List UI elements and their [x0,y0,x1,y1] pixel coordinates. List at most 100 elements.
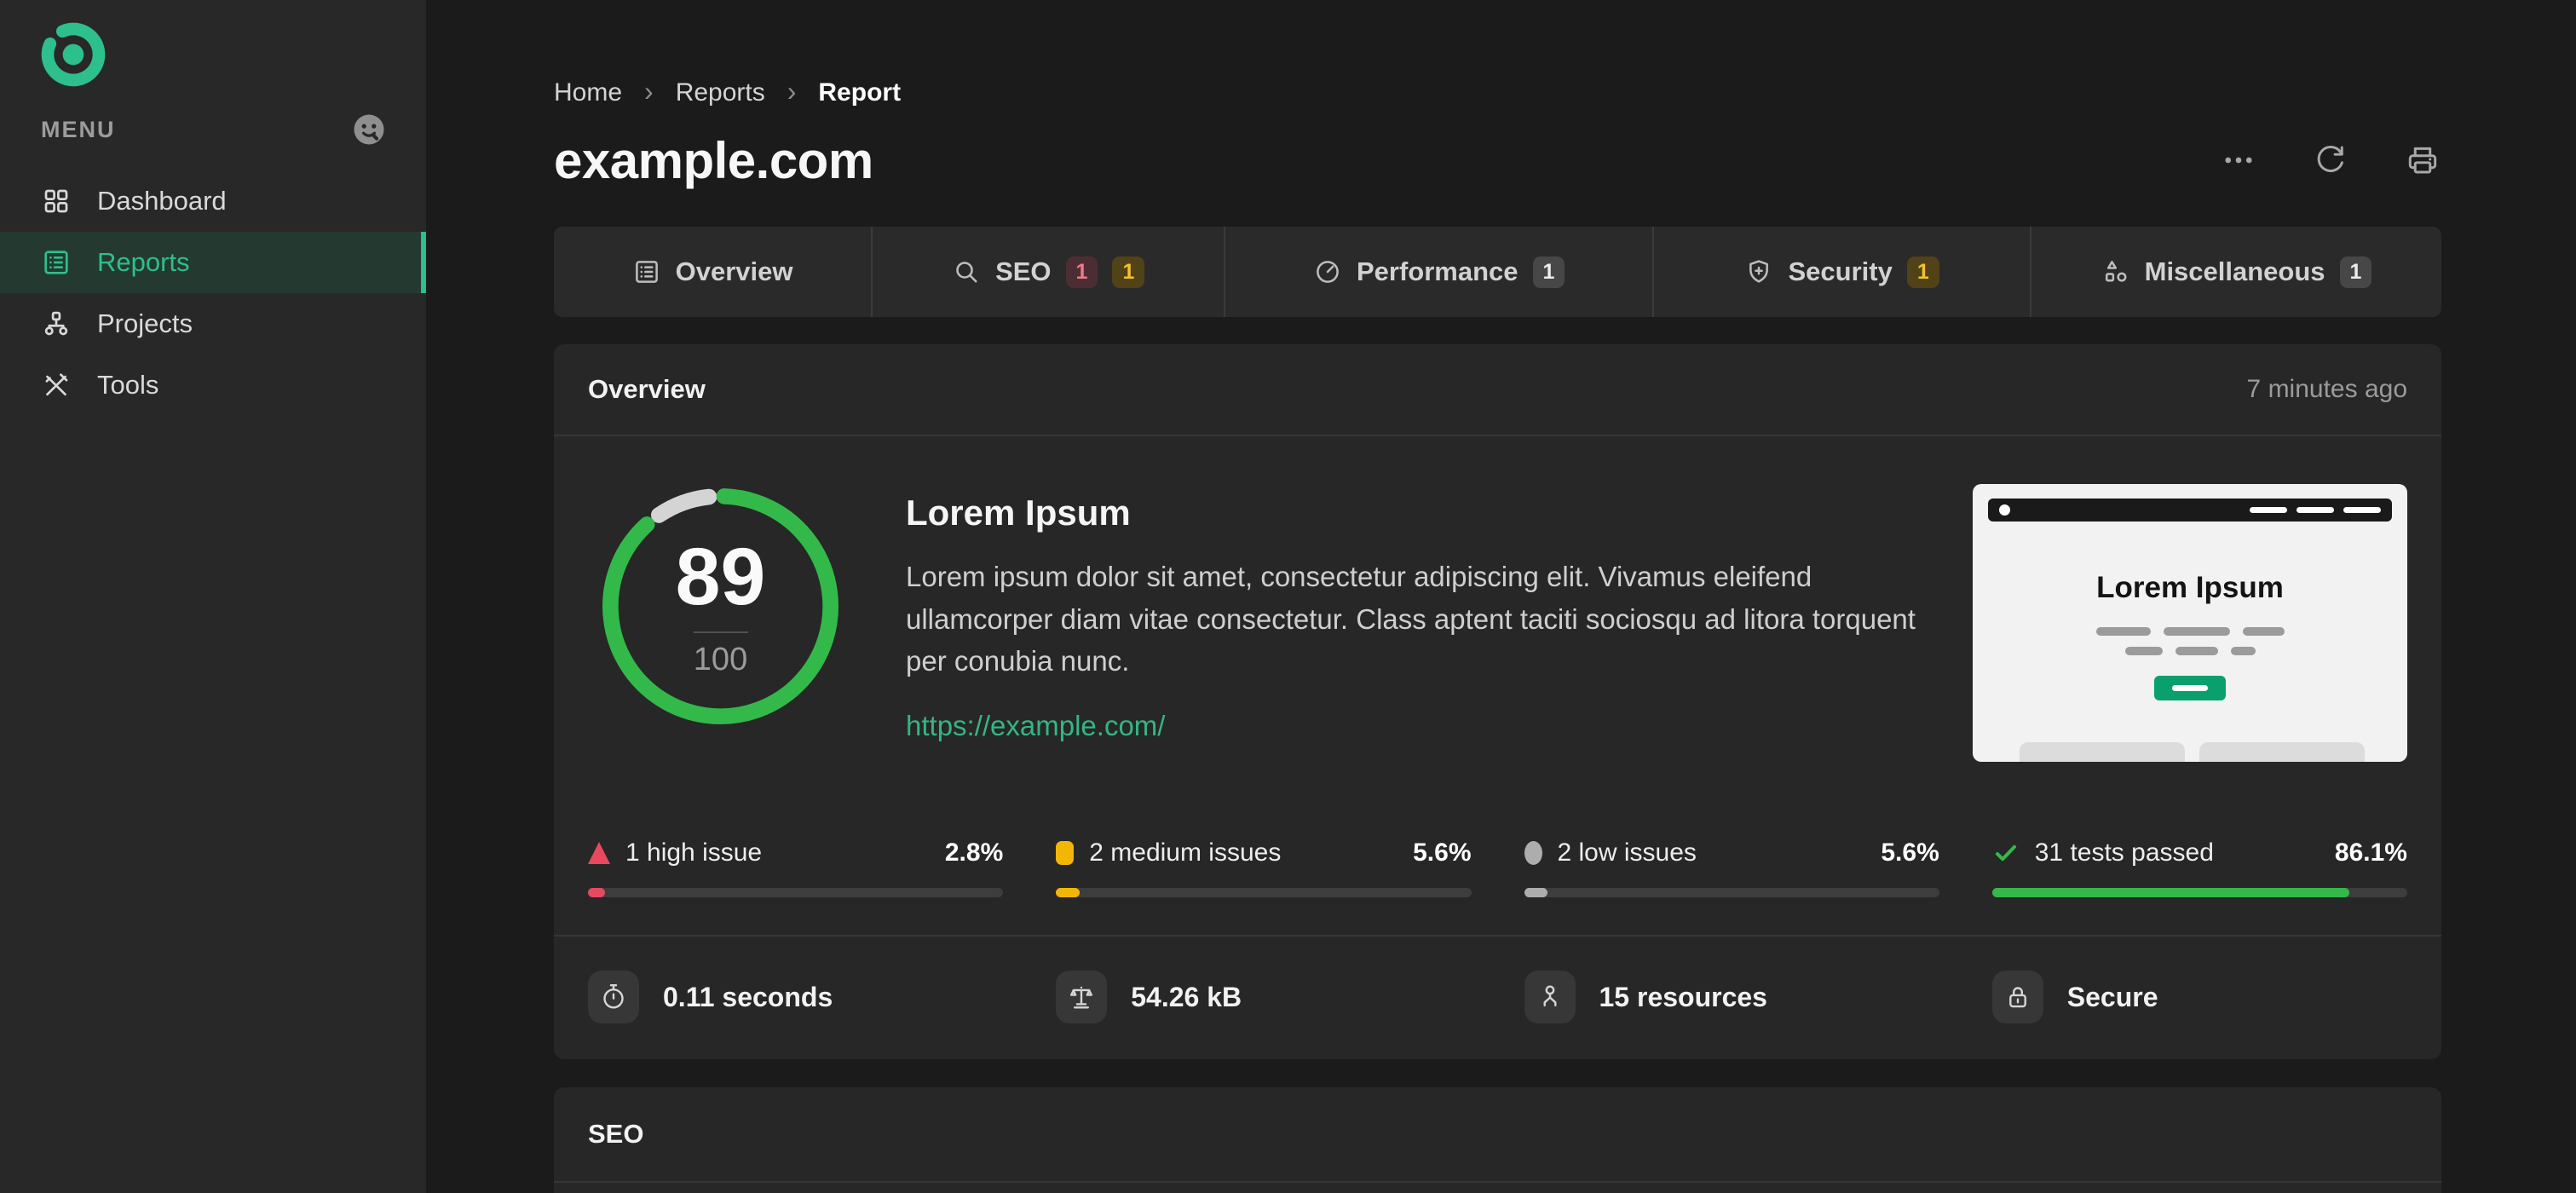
resources-icon [1524,971,1576,1023]
mockup-page-title: Lorem Ipsum [2096,571,2284,604]
metric-value: 0.11 seconds [663,981,833,1012]
progress-track [1991,888,2407,897]
score-ring: 89 100 [598,484,843,729]
metric-value: 54.26 kB [1131,981,1242,1012]
stat-tests-passed: 31 tests passed 86.1% [1991,839,2407,897]
tools-icon [41,370,72,401]
tab-label: SEO [995,256,1052,286]
sidebar-item-tools[interactable]: Tools [0,354,426,416]
menu-label: MENU [41,116,116,142]
lock-icon [1991,971,2043,1023]
report-tabbar: Overview SEO 1 1 Performance 1 Security … [554,227,2441,317]
sidebar-item-dashboard[interactable]: Dashboard [0,170,426,232]
scale-icon [1056,971,1108,1023]
stat-percent: 2.8% [944,839,1004,867]
section-title: Overview [588,374,706,404]
mockup-titlebar [1988,499,2392,522]
metric-value: Secure [2066,981,2158,1012]
breadcrumb-report: Report [818,78,902,107]
gauge-icon [1313,257,1342,286]
tab-security[interactable]: Security 1 [1652,227,2030,317]
tab-overview[interactable]: Overview [554,227,871,317]
tab-badge-neutral: 1 [1532,256,1565,288]
page-title: example.com [554,131,873,189]
breadcrumb-home[interactable]: Home [554,78,622,107]
metric-load-time: 0.11 seconds [588,971,1003,1023]
mockup-menu-dashes [2250,507,2381,513]
stopwatch-icon [588,971,639,1023]
user-face-icon[interactable] [351,112,387,147]
metrics-row: 0.11 seconds 54.26 kB 15 resources Secur… [554,937,2441,1059]
sidebar-item-label: Dashboard [97,186,227,216]
stat-label: 2 low issues [1557,839,1697,867]
section-title: SEO [588,1119,644,1149]
app-logo-icon[interactable] [39,20,107,89]
medium-issue-square-icon [1056,841,1075,865]
progress-track [1524,888,1939,897]
mockup-cta-button [2154,676,2226,700]
metric-page-size: 54.26 kB [1056,971,1471,1023]
tab-performance[interactable]: Performance 1 [1224,227,1652,317]
score-value: 89 [675,532,766,622]
summary-description: Lorem ipsum dolor sit amet, consectetur … [906,561,1916,677]
overview-list-icon [632,257,661,286]
print-button[interactable] [2404,141,2441,179]
score-divider [693,631,748,633]
seo-card-body [554,1183,2441,1193]
tab-badge-danger: 1 [1065,256,1098,288]
stat-percent: 5.6% [1881,839,1939,867]
progress-fill [588,888,605,897]
tab-miscellaneous[interactable]: Miscellaneous 1 [2030,227,2441,317]
more-options-button[interactable] [2220,141,2257,179]
overview-card: Overview 7 minutes ago 89 100 Lorem Ipsu… [554,344,2441,1059]
progress-fill [1056,888,1080,897]
sidebar: MENU Dashboard Reports Projects Tools [0,0,426,1193]
progress-fill [1991,888,2350,897]
mockup-text-lines [1973,627,2407,655]
low-issue-circle-icon [1524,841,1542,865]
title-row: example.com [554,128,2441,193]
overview-card-header: Overview 7 minutes ago [554,344,2441,436]
tab-badge-neutral: 1 [2339,256,2372,288]
sidebar-item-reports[interactable]: Reports [0,232,426,293]
stat-low-issues: 2 low issues 5.6% [1524,839,1939,897]
sidebar-item-projects[interactable]: Projects [0,293,426,354]
dashboard-grid-icon [41,186,72,216]
tab-label: Performance [1356,256,1519,286]
sidebar-item-label: Tools [97,370,159,400]
tab-label: Overview [675,256,793,286]
breadcrumb-reports[interactable]: Reports [676,78,765,107]
menu-row: MENU [41,111,387,148]
tab-badge-warning: 1 [1906,256,1939,288]
site-preview-mockup: Lorem Ipsum [1973,484,2407,762]
chevron-right-icon: › [787,76,797,107]
metric-value: 15 resources [1599,981,1767,1012]
mockup-content-cards [2020,742,2365,762]
stat-label: 2 medium issues [1089,839,1282,867]
search-icon [952,257,981,286]
score-section: 89 100 Lorem Ipsum Lorem ipsum dolor sit… [554,436,2441,806]
stat-percent: 86.1% [2334,839,2407,867]
progress-track [588,888,1004,897]
seo-card: SEO [554,1087,2441,1193]
score-max: 100 [693,642,748,677]
sidebar-item-label: Reports [97,247,190,277]
issue-stats-row: 1 high issue 2.8% 2 medium issues 5.6% 2… [554,806,2441,937]
stat-label: 31 tests passed [2034,839,2214,867]
stat-medium-issues: 2 medium issues 5.6% [1056,839,1472,897]
tab-badge-warning: 1 [1112,256,1145,288]
breadcrumb: Home › Reports › Report [554,78,2441,107]
mockup-window-dot [1999,504,2010,516]
updated-timestamp: 7 minutes ago [2246,375,2407,403]
tab-seo[interactable]: SEO 1 1 [871,227,1224,317]
chevron-right-icon: › [644,76,654,107]
header-actions [2220,141,2441,179]
metric-resources: 15 resources [1524,971,1939,1023]
metric-security: Secure [1991,971,2407,1023]
refresh-button[interactable] [2312,141,2349,179]
shield-plus-icon [1744,257,1773,286]
stat-percent: 5.6% [1413,839,1472,867]
report-summary: Lorem Ipsum Lorem ipsum dolor sit amet, … [906,484,1920,742]
progress-fill [1524,888,1547,897]
site-link[interactable]: https://example.com/ [906,710,1165,742]
